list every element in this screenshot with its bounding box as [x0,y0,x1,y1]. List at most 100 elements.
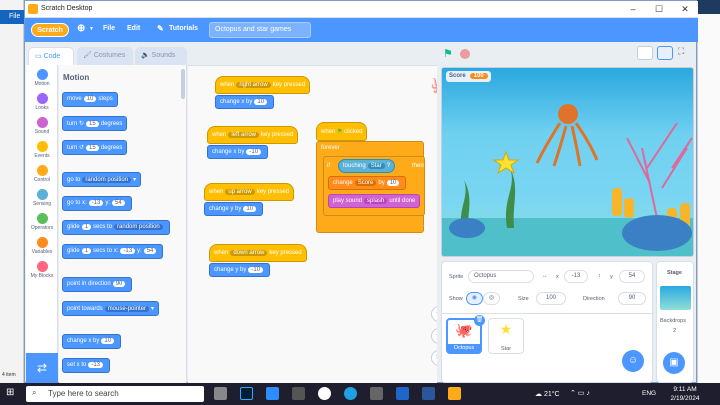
palette-scrollbar[interactable] [181,69,185,99]
maximize-button[interactable]: ☐ [646,1,672,17]
block-input[interactable]: 1 [81,224,92,230]
sprite-name-input[interactable]: Octopus [468,270,534,283]
category-my-blocks[interactable]: My Blocks [26,261,58,279]
block-set-x[interactable]: set x to -13 [62,358,111,373]
choose-backdrop-button[interactable]: ▣ [663,352,685,374]
block-point-towards[interactable]: point towards mouse-pointer ▾ [62,301,160,316]
block-change-x[interactable]: change x by -10 [207,145,269,159]
edge-icon[interactable] [344,387,357,400]
project-title-input[interactable]: Octopus and star games [209,22,311,38]
task-view-icon[interactable] [214,387,227,400]
block-input[interactable]: 15 [86,145,99,151]
tab-sounds[interactable]: 🔈 Sounds [135,47,187,65]
close-button[interactable]: ✕ [672,1,698,17]
category-events[interactable]: Events [26,141,58,159]
block-move-steps[interactable]: move 10 steps [62,92,118,107]
normal-stage-button[interactable] [657,46,673,60]
word-icon[interactable] [422,387,435,400]
block-input[interactable]: 15 [86,121,99,127]
show-hidden-button[interactable]: ◎ [483,292,500,305]
taskbar-search[interactable]: ⌕ Type here to search [26,386,204,402]
size-input[interactable]: 100 [536,292,566,305]
hat-when-flag-clicked[interactable]: when ⚑ clicked [316,122,368,141]
hat-when-key-left[interactable]: when left arrow key pressed [207,126,299,144]
weather[interactable]: ☁ 21°C [535,390,560,398]
block-touching[interactable]: touching Star? [338,159,396,173]
block-input[interactable]: -13 [88,362,104,368]
block-go-to[interactable]: go to random position ▾ [62,172,142,187]
language-globe-icon[interactable]: ⊕ [77,23,85,34]
zoom-reset-button[interactable]: = [431,350,437,366]
block-point-direction[interactable]: point in direction 90 [62,277,133,292]
zoom-in-button[interactable]: + [431,306,437,322]
windows-start-icon[interactable]: ⊞ [6,387,14,398]
block-change-y[interactable]: change y by 10 [204,202,264,216]
block-dropdown[interactable]: random position [82,177,132,183]
block-input[interactable]: -13 [88,200,104,206]
store-icon[interactable] [396,387,409,400]
category-sound[interactable]: Sound [26,117,58,135]
block-input[interactable]: 10 [83,96,97,102]
small-stage-button[interactable] [637,46,653,60]
stop-icon[interactable] [460,49,470,59]
block-input[interactable]: -10 [248,267,264,273]
stage-selector[interactable]: Stage Backdrops 2 ▣ [656,261,694,383]
menu-tutorials[interactable]: Tutorials [169,25,198,32]
fullscreen-icon[interactable]: ⛶ [678,46,684,57]
block-input[interactable]: 90 [112,281,126,287]
block-input[interactable]: 10 [386,180,400,186]
block-turn-right[interactable]: turn ↻ 15 degrees [62,116,128,131]
scratch-logo[interactable]: Scratch [31,23,69,37]
sound-dropdown[interactable]: splash [364,198,388,204]
variable-dropdown[interactable]: Score [354,180,377,186]
block-input[interactable]: 10 [254,99,268,105]
block-glide-xy[interactable]: glide 1 secs to x: -13 y: 54 [62,244,164,259]
menu-file[interactable]: File [103,25,115,32]
clock[interactable]: 9:11 AM 2/19/2024 [655,385,715,403]
sprite-thumb-star[interactable]: ★ Star [488,318,524,354]
block-change-y[interactable]: change y by -10 [209,263,271,277]
block-change-x[interactable]: change x by 10 [62,334,122,349]
green-flag-icon[interactable]: ⚑ [443,47,453,60]
block-input[interactable]: 1 [81,248,92,254]
x-input[interactable]: -13 [564,270,588,283]
y-input[interactable]: 54 [619,270,645,283]
menu-edit[interactable]: Edit [127,25,140,32]
tray-icons[interactable]: ⌃ ▭ ♪ [570,389,590,397]
block-dropdown[interactable]: mouse-pointer [104,306,150,312]
minimize-button[interactable]: – [620,1,646,17]
block-input[interactable]: 54 [112,200,125,206]
key-dropdown[interactable]: right arrow [236,82,271,88]
block-input[interactable]: -10 [246,149,262,155]
scratch-taskbar-icon[interactable] [448,387,461,400]
block-play-sound-until-done[interactable]: play sound splash until done [328,194,421,208]
block-change-variable[interactable]: change Score by 10 [328,176,407,190]
show-visible-button[interactable]: ◉ [466,292,483,305]
delete-sprite-button[interactable]: 🗑 [474,315,485,326]
zoom-icon[interactable] [266,387,279,400]
category-variables[interactable]: Variables [26,237,58,255]
add-extension-button[interactable]: ⇄ [26,353,58,383]
key-dropdown[interactable]: left arrow [228,132,260,138]
block-input[interactable]: 54 [143,248,157,254]
hat-when-key-right[interactable]: when right arrow key pressed [215,76,311,94]
background-file-tab[interactable]: File [0,10,24,24]
choose-sprite-button[interactable]: ☺ [622,350,644,372]
folder-icon[interactable] [370,387,383,400]
category-control[interactable]: Control [26,165,58,183]
key-dropdown[interactable]: down arrow [230,250,268,256]
explorer-icon[interactable] [292,387,305,400]
language-indicator[interactable]: ENG [642,390,656,397]
block-turn-left[interactable]: turn ↺ 15 degrees [62,140,128,155]
photoshop-icon[interactable] [240,387,253,400]
direction-input[interactable]: 90 [618,292,646,305]
tab-costumes[interactable]: 🖌 Costumes [77,47,133,65]
category-sensing[interactable]: Sensing [26,189,58,207]
category-looks[interactable]: Looks [26,93,58,111]
block-input[interactable]: 10 [101,338,115,344]
block-change-x[interactable]: change x by 10 [215,95,275,109]
zoom-out-button[interactable]: − [431,328,437,344]
category-motion[interactable]: Motion [26,69,58,87]
tab-code[interactable]: ▭ Code [28,47,74,65]
stage-canvas[interactable]: Score 100 [441,67,694,257]
